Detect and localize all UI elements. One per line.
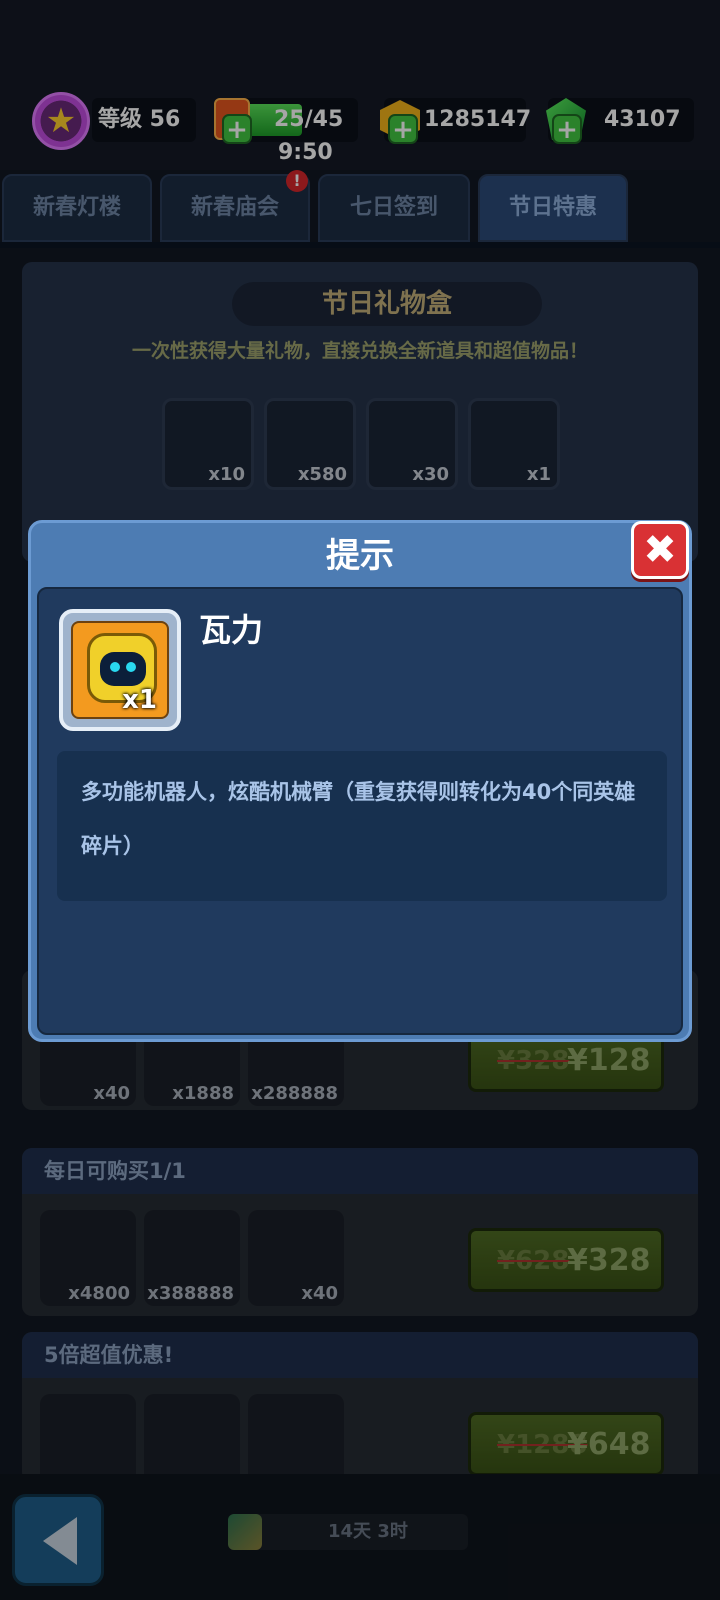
item-description: 多功能机器人，炫酷机械臂（重复获得则转化为40个同英雄碎片）	[81, 780, 636, 858]
hint-dialog: 提示 ✖ x1 瓦力 多功能机器人，炫酷机械臂（重复获得则转化为40个同英雄碎片…	[28, 520, 692, 1042]
item-quantity: x1	[122, 685, 157, 715]
robot-face	[100, 652, 146, 686]
close-button[interactable]: ✖	[631, 521, 689, 579]
robot-hero-icon: x1	[71, 621, 169, 719]
dialog-body: x1 瓦力 多功能机器人，炫酷机械臂（重复获得则转化为40个同英雄碎片）	[37, 587, 683, 1035]
robot-eye	[110, 662, 120, 672]
close-icon: ✖	[643, 527, 677, 573]
item-name: 瓦力	[199, 611, 264, 649]
item-frame: x1	[59, 609, 181, 731]
item-description-box: 多功能机器人，炫酷机械臂（重复获得则转化为40个同英雄碎片）	[57, 751, 667, 901]
dialog-title: 提示	[326, 536, 394, 576]
robot-eye	[126, 662, 136, 672]
